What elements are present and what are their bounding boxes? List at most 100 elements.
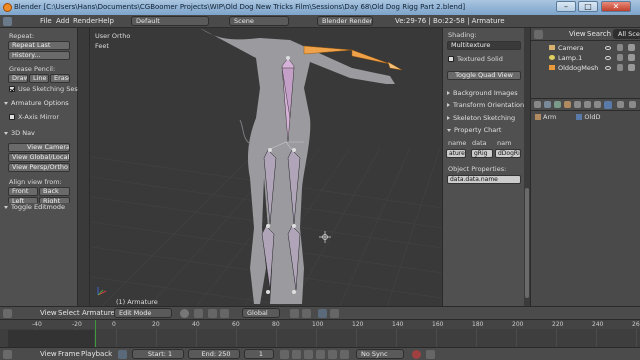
toggle-editmode-panel-header[interactable]: Toggle Editmode	[4, 203, 74, 211]
sync-mode-select[interactable]: No Sync	[356, 349, 404, 359]
properties-context-tabs	[531, 99, 640, 111]
selectable-arrow-icon[interactable]	[617, 54, 623, 61]
layer-icon[interactable]	[290, 309, 299, 318]
view-persp-ortho-button[interactable]: View Persp/Ortho	[8, 163, 70, 172]
minimize-button[interactable]: –	[556, 1, 576, 12]
outliner-item-lamp[interactable]: Lamp.1	[549, 54, 582, 62]
playhead[interactable]	[95, 320, 96, 348]
erase-button[interactable]: Erase	[50, 74, 70, 83]
scrollbar-thumb[interactable]	[525, 188, 529, 298]
scene-tab-icon[interactable]	[544, 101, 551, 108]
data-tab-icon[interactable]	[594, 101, 601, 108]
screen-layout-select[interactable]: Default	[131, 16, 209, 26]
x-axis-mirror-checkbox[interactable]	[9, 114, 15, 120]
outliner-item-olddogmesh[interactable]: OlddogMesh	[549, 64, 598, 72]
history-button[interactable]: History...	[8, 51, 70, 60]
current-frame-field[interactable]: 1	[244, 349, 274, 359]
visibility-eye-icon[interactable]	[605, 46, 611, 50]
modifiers-tab-icon[interactable]	[584, 101, 591, 108]
timeline-view-menu[interactable]: View	[40, 350, 57, 358]
transform-orientation-select[interactable]: Global	[242, 308, 280, 318]
toggle-quad-view-button[interactable]: Toggle Quad View	[447, 71, 521, 80]
line-button[interactable]: Line	[29, 74, 49, 83]
menu-file[interactable]: File	[40, 17, 52, 25]
proportional-edit-icon[interactable]	[302, 309, 311, 318]
outliner-menu-view[interactable]: View	[569, 30, 586, 38]
panel-expand-icon	[4, 101, 8, 105]
menu-render[interactable]: Render	[73, 17, 98, 25]
manipulator-icon[interactable]	[208, 309, 217, 318]
visibility-eye-icon[interactable]	[605, 56, 611, 60]
snap-icon[interactable]	[318, 309, 327, 318]
render-camera-icon[interactable]	[628, 44, 635, 51]
scene-select[interactable]: Scene	[229, 16, 289, 26]
play-reverse-icon[interactable]	[304, 350, 313, 359]
armature-menu[interactable]: Armature	[82, 309, 115, 317]
timeline-playback-menu[interactable]: Playback	[81, 350, 112, 358]
view-camera-button[interactable]: View Camera	[8, 143, 70, 152]
view-menu[interactable]: View	[40, 309, 57, 317]
outliner-filter-select[interactable]: All Scene	[613, 29, 640, 39]
timeline-frame-menu[interactable]: Frame	[58, 350, 80, 358]
play-icon[interactable]	[316, 350, 325, 359]
nav3d-panel-header[interactable]: 3D Nav	[4, 129, 35, 137]
timeline[interactable]: -40 -20 0 20 40 60 80 100 120 140 160 180 200 220 240 2…	[0, 319, 640, 348]
armature-options-panel-header[interactable]: Armature Options	[4, 99, 69, 107]
textured-solid-checkbox[interactable]	[448, 56, 454, 62]
snap-element-icon[interactable]	[330, 309, 339, 318]
select-menu[interactable]: Select	[58, 309, 80, 317]
outliner-item-camera[interactable]: Camera	[549, 44, 584, 52]
world-tab-icon[interactable]	[554, 101, 561, 108]
record-icon[interactable]	[412, 350, 421, 359]
visibility-eye-icon[interactable]	[605, 66, 611, 70]
render-engine-select[interactable]: Blender Render	[317, 16, 373, 26]
back-button[interactable]: Back	[39, 187, 70, 196]
viewport-shading-icon[interactable]	[180, 309, 189, 318]
object-properties-input[interactable]: data.data.name	[447, 175, 521, 184]
selectable-arrow-icon[interactable]	[617, 44, 623, 51]
object-tab-icon[interactable]	[564, 101, 571, 108]
menu-help[interactable]: Help	[98, 17, 114, 25]
bone-tab-icon[interactable]	[604, 101, 612, 109]
editor-type-icon[interactable]	[3, 350, 12, 359]
constraints-tab-icon[interactable]	[574, 101, 581, 108]
chart-cell-name[interactable]: ature	[446, 149, 466, 158]
outliner-menu-search[interactable]: Search	[587, 30, 611, 38]
render-camera-icon[interactable]	[628, 54, 635, 61]
3d-viewport[interactable]: User Ortho Feet (1) Armature	[90, 28, 442, 308]
transform-orientations-panel-header[interactable]: Transform Orientations	[447, 101, 527, 109]
jump-end-icon[interactable]	[340, 350, 349, 359]
view-global-local-button[interactable]: View Global/Local	[8, 153, 70, 162]
maximize-button[interactable]: □	[578, 1, 598, 12]
translate-icon[interactable]	[220, 309, 229, 318]
jump-key-back-icon[interactable]	[292, 350, 301, 359]
close-button[interactable]: ✕	[601, 1, 631, 12]
use-sketching-checkbox[interactable]	[9, 86, 15, 92]
chart-cell-data[interactable]: gRig	[471, 149, 493, 158]
front-button[interactable]: Front	[8, 187, 38, 196]
background-images-panel-header[interactable]: Background Images	[447, 89, 518, 97]
pivot-point-icon[interactable]	[194, 309, 203, 318]
bone-constraints-tab-icon[interactable]	[617, 101, 624, 108]
start-frame-field[interactable]: Start: 1	[132, 349, 184, 359]
texture-tab-icon[interactable]	[629, 101, 636, 108]
render-tab-icon[interactable]	[534, 101, 541, 108]
jump-key-forward-icon[interactable]	[328, 350, 337, 359]
outliner-editor-icon[interactable]	[534, 30, 543, 39]
editor-type-icon[interactable]	[3, 309, 12, 318]
mode-select[interactable]: Edit Mode	[114, 308, 172, 318]
end-frame-field[interactable]: End: 250	[188, 349, 240, 359]
jump-start-icon[interactable]	[280, 350, 289, 359]
keying-set-icon[interactable]	[426, 350, 435, 359]
preview-range-icon[interactable]	[118, 350, 127, 359]
property-chart-panel-header[interactable]: Property Chart	[447, 126, 501, 134]
shading-mode-select[interactable]: Multitexture	[447, 41, 521, 50]
repeat-last-button[interactable]: Repeat Last	[8, 41, 70, 50]
menu-add[interactable]: Add	[56, 17, 70, 25]
skeleton-sketching-panel-header[interactable]: Skeleton Sketching	[447, 114, 515, 122]
selectable-arrow-icon[interactable]	[617, 64, 623, 71]
editor-type-icon[interactable]	[3, 17, 12, 26]
draw-button[interactable]: Draw	[8, 74, 28, 83]
chart-cell-nam[interactable]: dDogRig	[495, 149, 521, 158]
render-camera-icon[interactable]	[628, 64, 635, 71]
